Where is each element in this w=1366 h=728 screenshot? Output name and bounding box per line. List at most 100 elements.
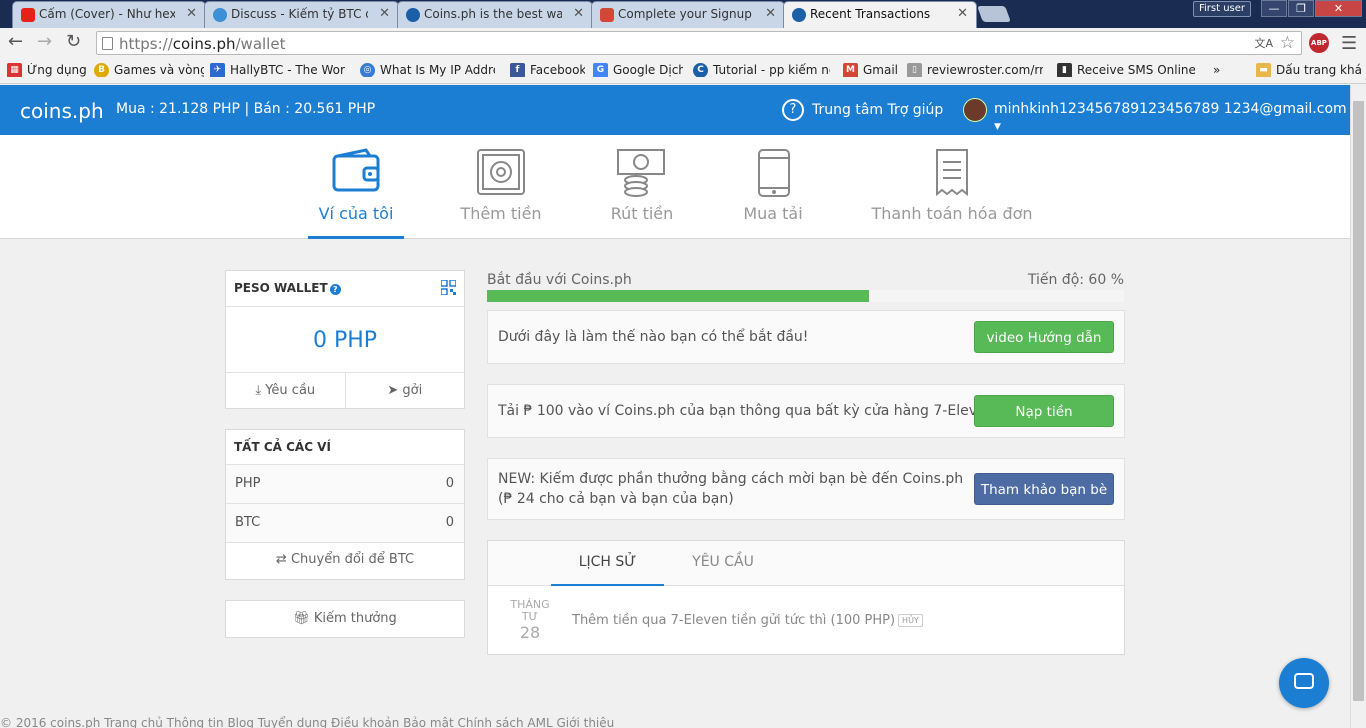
- apps-icon: ▦: [7, 63, 22, 77]
- browser-tab[interactable]: Complete your Signup - m ✕: [591, 1, 785, 28]
- profile-badge[interactable]: First user: [1193, 1, 1251, 17]
- transaction-item[interactable]: Thêm tiền qua 7-Eleven tiền gửi tức thì …: [572, 613, 923, 628]
- wallet-row-php[interactable]: PHP 0: [226, 465, 464, 504]
- bookmark-item[interactable]: ▯ reviewroster.com/rr_d: [907, 63, 1043, 77]
- wallet-balance: 0 PHP: [312, 328, 378, 353]
- bookmark-item[interactable]: ✈ HallyBTC - The World: [210, 63, 345, 77]
- wallet-value: 0: [445, 476, 454, 491]
- help-center-link[interactable]: ? Trung tâm Trợ giúp: [782, 99, 943, 121]
- bookmark-item[interactable]: G Google Dịch: [593, 63, 683, 77]
- help-label: Trung tâm Trợ giúp: [812, 102, 944, 118]
- close-tab-icon[interactable]: ✕: [957, 6, 968, 21]
- task-text: Dưới đây là làm thế nào bạn có thể bắt đ…: [498, 329, 809, 345]
- bookmark-item[interactable]: B Games và vòng: [94, 63, 204, 77]
- bookmark-item[interactable]: ◎ What Is My IP Addres: [360, 63, 495, 77]
- browser-tabstrip: Cấm (Cover) - Như hex ✕ Discuss - Kiếm t…: [0, 0, 1366, 28]
- video-guide-button[interactable]: video Hướng dẫn: [974, 321, 1114, 353]
- star-icon[interactable]: ☆: [1280, 33, 1295, 53]
- all-wallets-panel: TẤT CẢ CÁC VÍ PHP 0 BTC 0 ⇄ Chuyển đổi để …: [225, 429, 465, 580]
- help-icon: ?: [782, 99, 804, 121]
- send-button[interactable]: ➤ gởi: [344, 373, 465, 409]
- close-tab-icon[interactable]: ✕: [186, 6, 197, 21]
- nav-pay-bills[interactable]: Thanh toán hóa đơn: [864, 135, 1040, 239]
- close-tab-icon[interactable]: ✕: [765, 6, 776, 21]
- browser-tab[interactable]: Cấm (Cover) - Như hex ✕: [12, 1, 206, 28]
- exchange-icon: ⇄: [275, 552, 287, 567]
- address-bar[interactable]: https://coins.ph/wallet 文A ☆: [96, 31, 1302, 55]
- account-email: minhkinh123456789123456789 1234@gmail.co…: [994, 101, 1347, 117]
- cancel-badge[interactable]: HỦY: [898, 614, 923, 627]
- account-menu[interactable]: minhkinh123456789123456789 1234@gmail.co…: [994, 101, 1350, 133]
- close-window-button[interactable]: ✕: [1315, 0, 1362, 17]
- refer-friends-button[interactable]: Tham khảo bạn bè: [974, 473, 1114, 505]
- forward-icon[interactable]: →: [37, 33, 52, 51]
- minimize-button[interactable]: —: [1261, 0, 1287, 17]
- all-wallets-title: TẤT CẢ CÁC VÍ: [226, 430, 464, 465]
- nav-buy-load[interactable]: Mua tải: [733, 135, 813, 239]
- adblock-icon[interactable]: ABP: [1309, 33, 1329, 53]
- browser-tab[interactable]: Discuss - Kiếm tỷ BTC dàn ✕: [204, 1, 399, 28]
- translate-icon[interactable]: 文A: [1254, 35, 1273, 51]
- bookmark-item[interactable]: ▮ Receive SMS Online V: [1057, 63, 1195, 77]
- peso-wallet-header: PESO WALLET?: [226, 271, 464, 307]
- sms-icon: ▮: [1057, 63, 1072, 77]
- browser-tab-active[interactable]: Recent Transactions ✕: [783, 1, 977, 28]
- scrollbar[interactable]: [1350, 85, 1366, 728]
- nav-my-wallet[interactable]: Ví của tôi: [308, 135, 404, 239]
- bookmark-item[interactable]: M Gmail: [843, 63, 898, 77]
- wallet-row-btc[interactable]: BTC 0: [226, 504, 464, 543]
- scroll-thumb[interactable]: [1353, 101, 1364, 701]
- bookmark-item[interactable]: f Facebook: [510, 63, 585, 77]
- reload-icon[interactable]: ↻: [66, 33, 81, 51]
- chat-button[interactable]: [1279, 658, 1329, 708]
- gmail-icon: [600, 8, 614, 22]
- earn-rewards-button[interactable]: 🎁︎ Kiếm thưởng: [225, 600, 465, 638]
- nav-add-money[interactable]: Thêm tiền: [451, 135, 551, 239]
- footer: © 2016 coins.ph Trang chủ Thông tin Blog…: [0, 716, 615, 728]
- bookmark-label: Dấu trang khác: [1276, 63, 1361, 77]
- close-tab-icon[interactable]: ✕: [573, 6, 584, 21]
- maximize-button[interactable]: ❐: [1288, 0, 1314, 17]
- task-text: Tải ₱ 100 vào ví Coins.ph của bạn thông …: [498, 403, 995, 419]
- bookmarks-bar: ▦ Ứng dụng B Games và vòng ✈ HallyBTC - The…: [0, 58, 1366, 84]
- logo[interactable]: coins.ph: [20, 99, 104, 123]
- top-up-button[interactable]: Nạp tiền: [974, 395, 1114, 427]
- qr-code-icon[interactable]: [441, 280, 456, 295]
- send-label: gởi: [402, 383, 423, 398]
- page-icon: ▯: [907, 63, 922, 77]
- browser-tab[interactable]: Coins.ph is the best way t ✕: [397, 1, 593, 28]
- nav-withdraw[interactable]: Rút tiền: [598, 135, 686, 239]
- bookmark-apps[interactable]: ▦ Ứng dụng: [7, 63, 87, 77]
- page-icon: [102, 37, 113, 50]
- app-header: coins.ph Mua : 21.128 PHP | Bán : 20.561…: [0, 85, 1350, 135]
- tab-title: Discuss - Kiếm tỷ BTC dàn: [231, 7, 368, 21]
- tab-history[interactable]: LỊCH SỬ: [551, 554, 664, 586]
- bookmark-item[interactable]: C Tutorial - pp kiếm ng: [693, 63, 830, 77]
- paper-plane-icon: ➤: [387, 383, 399, 398]
- progress-bar: [487, 290, 1124, 302]
- coin-icon: B: [94, 63, 109, 77]
- bookmark-label: Receive SMS Online V: [1077, 63, 1195, 77]
- peso-wallet-panel: PESO WALLET? 0 PHP ⤓ Yêu cầu ➤ gởi: [225, 270, 465, 409]
- menu-icon[interactable]: ☰: [1341, 33, 1357, 54]
- convert-to-btc-link[interactable]: ⇄ Chuyển đổi để BTC: [226, 543, 464, 578]
- coins-icon: [406, 8, 420, 22]
- back-icon[interactable]: ←: [8, 33, 23, 51]
- bookmarks-overflow[interactable]: »: [1213, 63, 1233, 77]
- globe-icon: ◎: [360, 63, 375, 77]
- progress-label: Tiến độ: 60 %: [1027, 272, 1124, 288]
- request-button[interactable]: ⤓ Yêu cầu: [226, 373, 345, 409]
- new-tab-button[interactable]: [977, 6, 1011, 22]
- tab-title: Recent Transactions: [810, 7, 931, 21]
- info-icon[interactable]: ?: [329, 284, 341, 295]
- bookmark-label: Gmail: [863, 63, 898, 77]
- bookmark-label: Ứng dụng: [27, 63, 87, 77]
- wallet-actions: ⤓ Yêu cầu ➤ gởi: [226, 372, 464, 409]
- close-tab-icon[interactable]: ✕: [379, 6, 390, 21]
- other-bookmarks[interactable]: ▬ Dấu trang khác: [1256, 63, 1361, 77]
- avatar[interactable]: [963, 98, 987, 122]
- wallet-icon: [332, 148, 380, 192]
- tab-requests[interactable]: YÊU CẦU: [678, 554, 768, 586]
- bookmark-label: reviewroster.com/rr_d: [927, 63, 1043, 77]
- url-scheme: https://: [119, 35, 173, 53]
